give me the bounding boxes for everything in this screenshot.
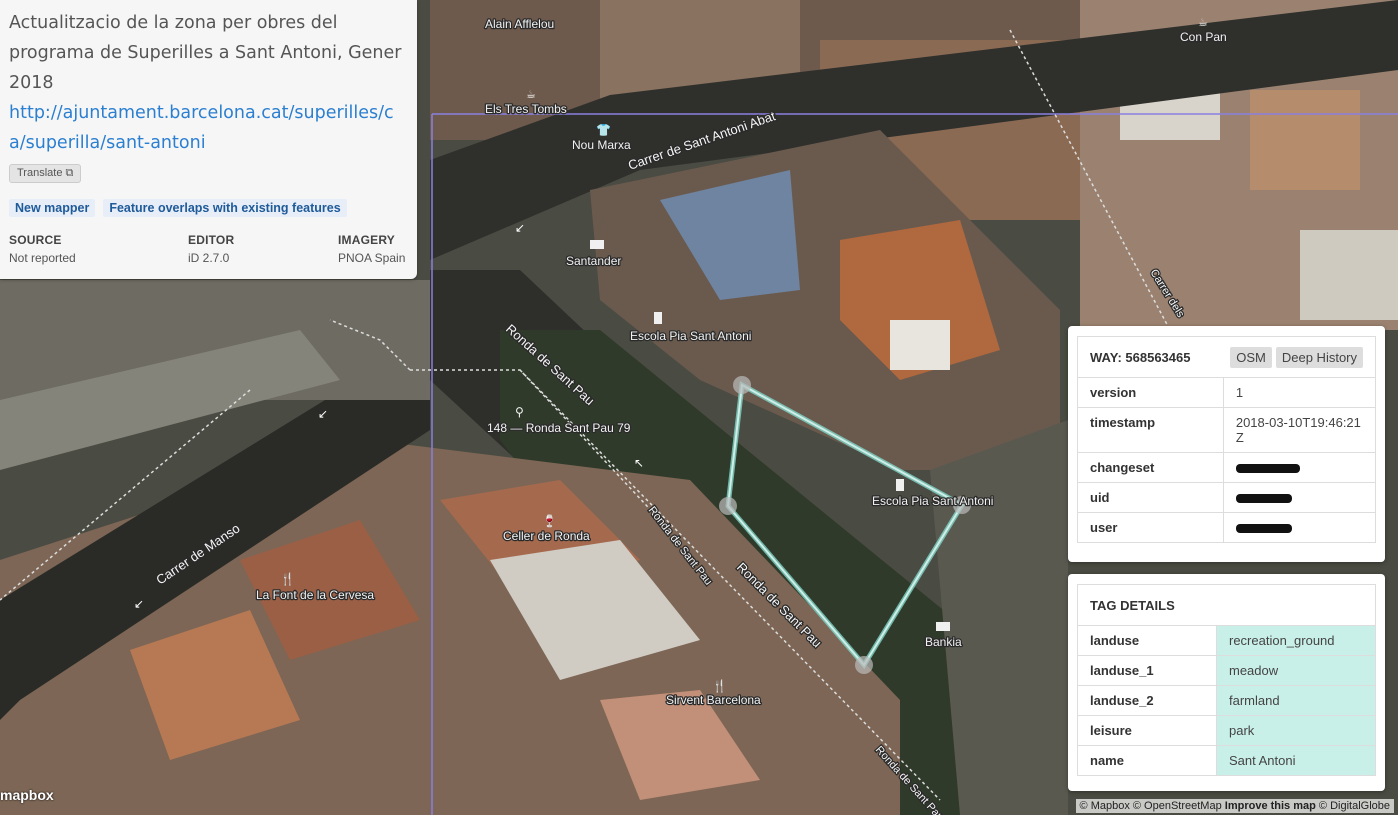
table-row: user [1078, 512, 1375, 542]
bank-icon [590, 240, 604, 249]
tag-key: landuse_2 [1078, 685, 1217, 716]
tag-details-title: TAG DETAILS [1090, 597, 1175, 613]
tag-value: Sant Antoni [1216, 745, 1375, 775]
way-vertex [855, 656, 873, 674]
attr-key: timestamp [1078, 407, 1224, 453]
tag-value: meadow [1216, 655, 1375, 686]
table-row: landuse recreation_ground [1078, 626, 1375, 656]
tag-key: landuse_1 [1078, 655, 1217, 686]
attr-value [1223, 512, 1375, 542]
deep-history-button[interactable]: Deep History [1275, 346, 1363, 368]
changeset-comment: Actualitzacio de la zona per obres del p… [9, 13, 402, 93]
improve-map-link[interactable]: Improve this map [1225, 800, 1316, 812]
flag-feature-overlaps[interactable]: Feature overlaps with existing features [103, 199, 347, 217]
oneway-arrow-icon: ↙ [515, 221, 525, 235]
meta-editor: EDITOR iD 2.7.0 [188, 233, 338, 265]
clothes-icon: 👕 [596, 123, 611, 137]
changeset-source-link[interactable]: http://ajuntament.barcelona.cat/superill… [9, 98, 408, 158]
wine-icon: 🍷 [542, 514, 557, 528]
meta-editor-label: EDITOR [188, 233, 235, 247]
cafe-icon: ☕ [526, 88, 536, 101]
table-row: name Sant Antoni [1078, 745, 1375, 775]
poi-label: Bankia [925, 635, 962, 649]
attr-value: 2018-03-10T19:46:21Z [1223, 407, 1375, 453]
meta-imagery-value: PNOA Spain [338, 251, 406, 265]
restaurant-icon: 🍴 [712, 679, 727, 693]
table-row: leisure park [1078, 715, 1375, 746]
map-attribution: © Mapbox © OpenStreetMap Improve this ma… [1075, 799, 1394, 813]
table-row: landuse_1 meadow [1078, 655, 1375, 686]
attribution-text[interactable]: © Mapbox © OpenStreetMap [1080, 800, 1222, 812]
oneway-arrow-icon: ↖ [634, 456, 644, 470]
poi-label: Els Tres Tombs [485, 102, 567, 116]
poi-label: Con Pan [1180, 30, 1227, 44]
redacted-value [1235, 524, 1292, 534]
poi-label: Escola Pia Sant Antoni [872, 494, 993, 508]
mapbox-logo[interactable]: mapbox [0, 787, 54, 803]
tag-key: leisure [1078, 715, 1217, 746]
tag-value: recreation_ground [1216, 626, 1375, 656]
meta-imagery: IMAGERY PNOA Spain [338, 233, 405, 265]
way-title: WAY: 568563465 [1090, 349, 1191, 365]
meta-imagery-label: IMAGERY [338, 233, 395, 247]
tag-details-panel: TAG DETAILS landuse recreation_ground la… [1068, 574, 1385, 791]
translate-button[interactable]: Translate ⧉ [9, 164, 82, 183]
school-icon [654, 312, 662, 324]
changeset-meta: SOURCE Not reported EDITOR iD 2.7.0 IMAG… [9, 233, 408, 265]
table-row: uid [1078, 482, 1375, 513]
meta-editor-value: iD 2.7.0 [188, 251, 230, 265]
poi-label: Santander [566, 254, 621, 268]
external-link-icon: ⧉ [65, 167, 74, 179]
imagery-attribution[interactable]: © DigitalGlobe [1319, 800, 1390, 812]
oneway-arrow-icon: ↙ [318, 407, 328, 421]
oneway-arrow-icon: ↙ [134, 597, 144, 611]
redacted-value [1235, 494, 1292, 504]
poi-label: Celler de Ronda [503, 529, 590, 543]
meta-source-label: SOURCE [9, 233, 62, 247]
changeset-panel: Actualitzacio de la zona per obres del p… [0, 0, 417, 279]
bicycle-icon: ⚲ [515, 405, 524, 419]
cafe-icon: ☕ [1198, 16, 1208, 29]
tag-key: name [1078, 745, 1217, 775]
way-info-panel: WAY: 568563465 OSM Deep History version … [1068, 326, 1385, 562]
poi-label: Nou Marxa [572, 138, 631, 152]
table-row: timestamp 2018-03-10T19:46:21Z [1078, 407, 1375, 453]
attr-key: changeset [1078, 452, 1224, 483]
school-icon [896, 479, 904, 491]
bank-icon [936, 622, 950, 631]
osm-button[interactable]: OSM [1230, 346, 1272, 368]
changeset-flags: New mapper Feature overlaps with existin… [9, 199, 408, 217]
attr-key: version [1078, 378, 1224, 408]
restaurant-icon: 🍴 [280, 572, 295, 586]
flag-new-mapper[interactable]: New mapper [9, 199, 96, 217]
poi-label: Alain Afflelou [485, 17, 554, 31]
way-attributes-table: version 1 timestamp 2018-03-10T19:46:21Z… [1078, 378, 1375, 542]
attr-value [1223, 482, 1375, 513]
attr-value [1223, 452, 1375, 483]
tag-value: farmland [1216, 685, 1375, 716]
table-row: version 1 [1078, 378, 1375, 408]
poi-label: Escola Pia Sant Antoni [630, 329, 751, 343]
meta-source: SOURCE Not reported [9, 233, 188, 265]
attr-value: 1 [1235, 385, 1244, 400]
table-row: landuse_2 farmland [1078, 685, 1375, 716]
attr-key: uid [1078, 482, 1224, 513]
poi-label: Sirvent Barcelona [666, 693, 761, 707]
tag-value: park [1216, 715, 1375, 746]
meta-source-value: Not reported [9, 251, 76, 265]
translate-label: Translate [17, 167, 63, 179]
attr-key: user [1078, 512, 1224, 542]
way-vertex [733, 376, 751, 394]
poi-label: La Font de la Cervesa [256, 588, 374, 602]
poi-label: 148 — Ronda Sant Pau 79 [487, 421, 631, 435]
way-vertex [719, 497, 737, 515]
table-row: changeset [1078, 452, 1375, 483]
tag-table: landuse recreation_ground landuse_1 mead… [1078, 626, 1375, 775]
redacted-value [1235, 464, 1300, 474]
tag-key: landuse [1078, 626, 1217, 656]
